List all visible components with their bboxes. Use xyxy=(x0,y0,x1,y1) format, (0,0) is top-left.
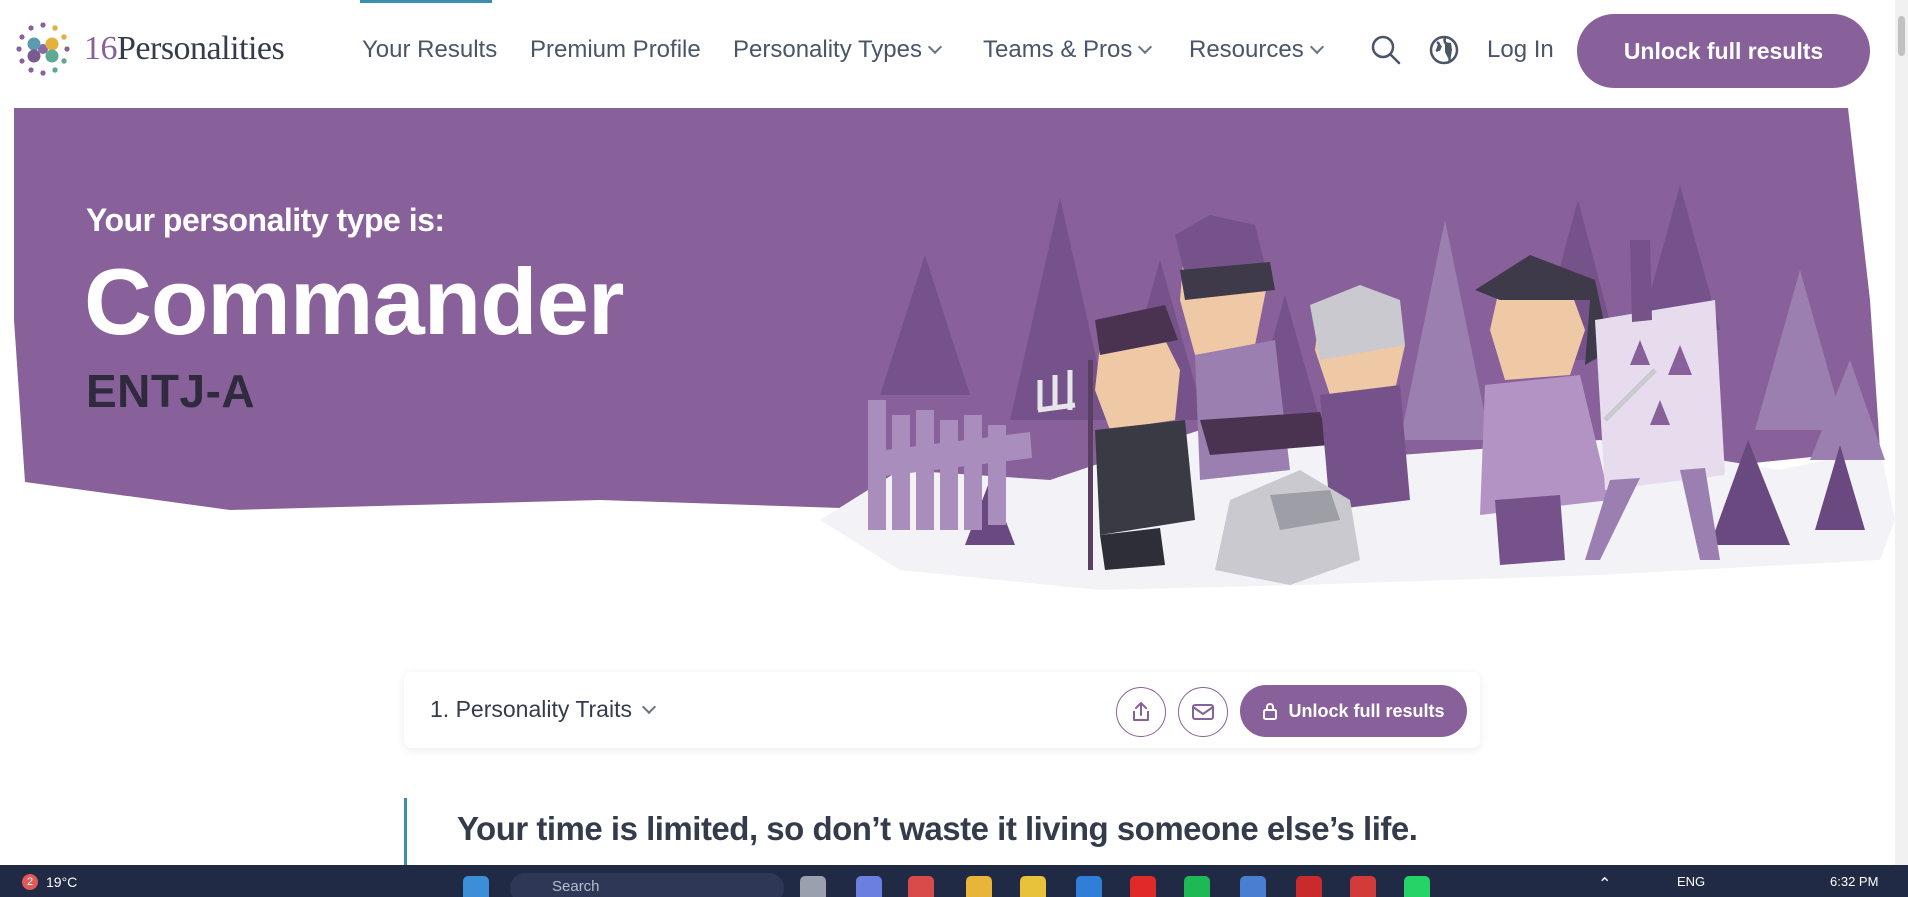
hero-banner: Your personality type is: Commander ENTJ… xyxy=(0,108,1895,608)
nav-resources[interactable]: Resources xyxy=(1189,36,1324,64)
windows-taskbar: 2 19°C Search ⌃ ENG 6:32 PM xyxy=(0,865,1908,897)
nav-teams-pros[interactable]: Teams & Pros xyxy=(983,36,1153,64)
gmail-icon[interactable] xyxy=(1350,876,1376,897)
spotify-icon[interactable] xyxy=(1184,876,1210,897)
language-indicator[interactable]: ENG xyxy=(1677,874,1705,889)
windows-start-icon[interactable] xyxy=(463,876,489,897)
unlock-full-results-button[interactable]: Unlock full results xyxy=(1577,14,1870,88)
section-unlock-label: Unlock full results xyxy=(1288,700,1445,721)
temperature: 19°C xyxy=(46,874,78,890)
app-icon[interactable] xyxy=(1240,876,1266,897)
scrollbar-thumb[interactable] xyxy=(1898,16,1905,56)
taskbar-search[interactable]: Search xyxy=(510,873,784,897)
copilot-icon[interactable] xyxy=(856,876,882,897)
personality-type-code: ENTJ-A xyxy=(86,365,256,417)
quote-text: Your time is limited, so don’t waste it … xyxy=(457,810,1418,847)
clock[interactable]: 6:32 PM xyxy=(1830,874,1878,889)
email-button[interactable] xyxy=(1178,687,1228,737)
notepad-icon[interactable] xyxy=(908,876,934,897)
chevron-down-icon xyxy=(641,699,657,714)
notification-badge: 2 xyxy=(22,874,38,890)
logo-wordmark: 16Personalities xyxy=(84,30,285,67)
outlook-icon[interactable] xyxy=(1076,876,1102,897)
globe-icon[interactable] xyxy=(1428,34,1460,66)
weather-widget[interactable]: 2 19°C xyxy=(22,874,77,890)
chevron-down-icon xyxy=(927,39,943,55)
hero-label: Your personality type is: xyxy=(86,202,445,238)
logo[interactable]: 16Personalities xyxy=(12,18,285,80)
lock-icon xyxy=(1263,703,1278,720)
acrobat-icon[interactable] xyxy=(1296,876,1322,897)
search-icon[interactable] xyxy=(1370,34,1402,66)
hero-illustration xyxy=(14,108,1895,590)
logo-mark-icon xyxy=(16,22,70,76)
task-view-icon[interactable] xyxy=(800,876,826,897)
chevron-down-icon xyxy=(1309,39,1324,55)
page: 16Personalities Your Results Premium Pro… xyxy=(0,0,1908,897)
share-icon xyxy=(1133,702,1149,721)
chrome-icon[interactable] xyxy=(966,876,992,897)
whatsapp-icon[interactable] xyxy=(1404,876,1430,897)
chevron-up-icon[interactable]: ⌃ xyxy=(1598,874,1611,894)
personality-type-name: Commander xyxy=(84,249,624,354)
mail-icon xyxy=(1192,704,1214,720)
youtube-icon[interactable] xyxy=(1130,876,1156,897)
nav-premium-profile[interactable]: Premium Profile xyxy=(530,36,701,64)
share-button[interactable] xyxy=(1116,687,1166,737)
login-link[interactable]: Log In xyxy=(1487,36,1554,64)
quote-rule xyxy=(404,798,407,868)
file-explorer-icon[interactable] xyxy=(1020,876,1046,897)
chevron-down-icon xyxy=(1138,39,1153,55)
top-navigation: 16Personalities Your Results Premium Pro… xyxy=(0,0,1895,108)
page-scrollbar[interactable] xyxy=(1895,0,1908,865)
section-unlock-button[interactable]: Unlock full results xyxy=(1240,685,1467,737)
nav-your-results[interactable]: Your Results xyxy=(362,36,497,64)
section-navigation-bar: 1. Personality Traits Unlock full result… xyxy=(404,672,1480,748)
nav-personality-types[interactable]: Personality Types xyxy=(733,36,943,64)
section-title: 1. Personality Traits xyxy=(430,696,632,722)
section-selector[interactable]: 1. Personality Traits xyxy=(430,696,657,723)
active-tab-indicator xyxy=(360,0,492,3)
search-placeholder: Search xyxy=(552,878,600,895)
